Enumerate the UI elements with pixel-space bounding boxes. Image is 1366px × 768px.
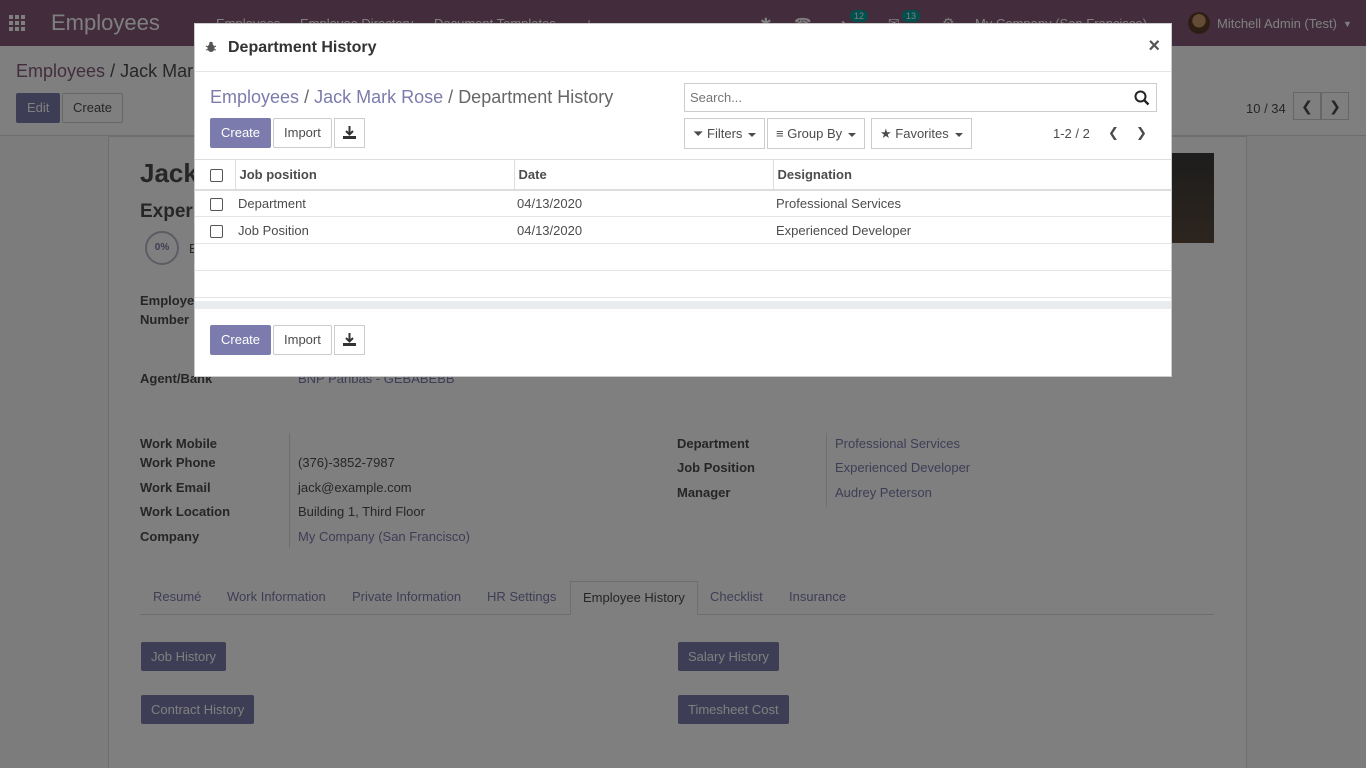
cell-date[interactable]: 04/13/2020 — [514, 216, 773, 244]
footer-import-button[interactable]: Import — [273, 325, 332, 355]
dialog-create-button[interactable]: Create — [210, 118, 272, 148]
breadcrumb-separator: / — [448, 87, 454, 107]
dialog-pager: 1-2 / 2 — [1053, 126, 1090, 141]
row-checkbox[interactable] — [210, 197, 223, 211]
groupby-label: Group By — [787, 126, 843, 141]
row-select-cell — [195, 189, 235, 217]
row-checkbox[interactable] — [210, 224, 223, 238]
dialog-breadcrumb-employee[interactable]: Jack Mark Rose — [314, 87, 443, 107]
filters-label: Filters — [707, 126, 743, 141]
row-select-cell — [195, 216, 235, 244]
groupby-dropdown[interactable]: ≡ Group By — [767, 118, 866, 149]
cell-job-position[interactable]: Department — [235, 189, 514, 217]
close-icon[interactable]: × — [1148, 35, 1160, 58]
filters-dropdown[interactable]: ⏷ Filters — [684, 118, 766, 149]
search-input[interactable] — [685, 84, 1125, 111]
select-all-checkbox[interactable] — [210, 168, 223, 182]
bars-icon: ≡ — [776, 126, 784, 141]
column-job-position[interactable]: Job position — [234, 159, 514, 191]
favorites-label: Favorites — [895, 126, 949, 141]
next-page-icon[interactable]: ❯ — [1136, 125, 1147, 141]
download-icon[interactable] — [334, 325, 365, 355]
cell-designation[interactable]: Experienced Developer — [773, 216, 1171, 244]
history-list: Job position Date Designation Department… — [195, 159, 1171, 298]
prev-page-icon[interactable]: ❮ — [1108, 125, 1119, 141]
star-icon: ★ — [880, 126, 892, 141]
cell-date[interactable]: 04/13/2020 — [514, 189, 773, 217]
list-footer — [195, 301, 1171, 309]
bug-icon — [205, 41, 217, 52]
dialog-title: Department History — [228, 39, 377, 56]
favorites-dropdown[interactable]: ★ Favorites — [871, 118, 972, 149]
empty-row — [195, 270, 1171, 298]
breadcrumb-separator: / — [304, 87, 310, 107]
cell-job-position[interactable]: Job Position — [235, 216, 514, 244]
table-row[interactable]: Department 04/13/2020 Professional Servi… — [195, 189, 1171, 217]
footer-create-button[interactable]: Create — [210, 325, 272, 355]
department-history-dialog: Department History × Employees / Jack Ma… — [194, 23, 1172, 377]
column-designation[interactable]: Designation — [772, 159, 1171, 191]
dialog-import-button[interactable]: Import — [273, 118, 332, 148]
select-all-cell — [195, 159, 235, 191]
empty-row — [195, 243, 1171, 271]
column-date[interactable]: Date — [513, 159, 773, 191]
download-icon[interactable] — [334, 118, 365, 148]
dialog-breadcrumb-employees[interactable]: Employees — [210, 87, 299, 107]
list-header-row: Job position Date Designation — [195, 159, 1171, 191]
table-row[interactable]: Job Position 04/13/2020 Experienced Deve… — [195, 216, 1171, 244]
search-icon[interactable] — [1134, 90, 1150, 106]
search-box — [684, 83, 1157, 112]
dialog-breadcrumb: Employees / Jack Mark Rose / Department … — [210, 87, 613, 108]
dialog-breadcrumb-current: Department History — [458, 87, 614, 107]
filter-icon: ⏷ — [693, 126, 704, 141]
cell-designation[interactable]: Professional Services — [773, 189, 1171, 217]
dialog-header: Department History × — [195, 24, 1171, 72]
